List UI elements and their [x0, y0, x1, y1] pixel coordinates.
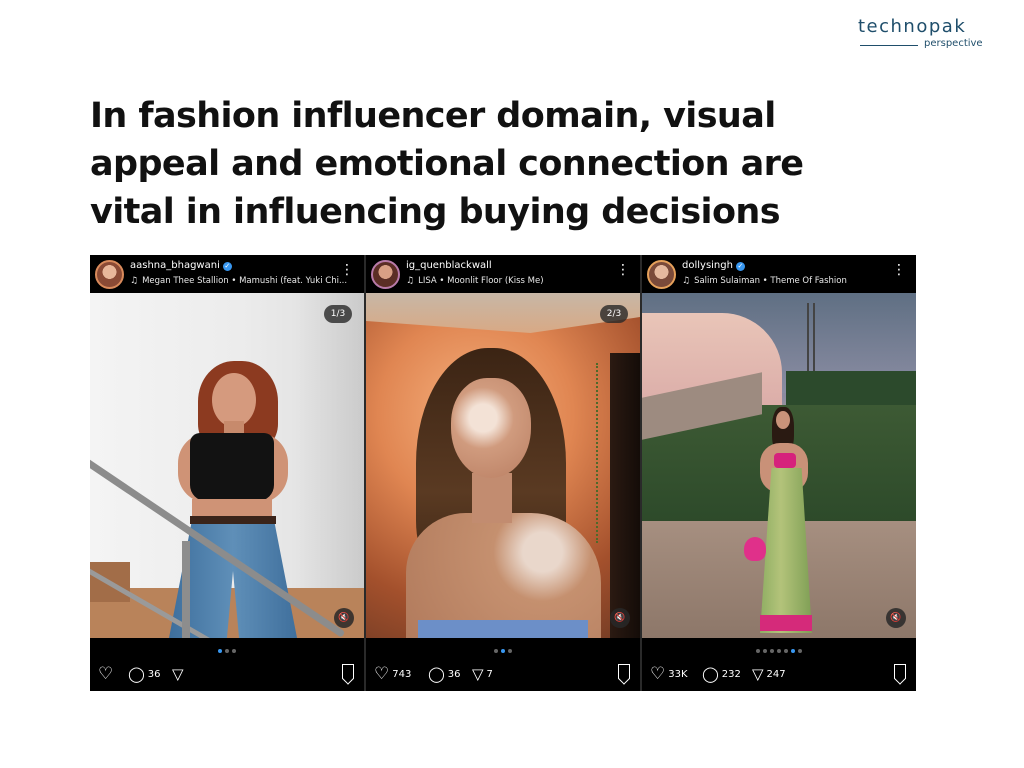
share-icon: ▽ [472, 665, 484, 683]
music-icon: ♫ [682, 276, 691, 286]
comment-button[interactable]: ◯ 232 [702, 663, 741, 685]
like-button[interactable]: ♡ 33K [650, 663, 688, 685]
comment-icon: ◯ [702, 665, 719, 683]
audio-track[interactable]: LISA • Moonlit Floor (Kiss Me) [418, 276, 543, 286]
post-username[interactable]: aashna_bhagwani ✓ [130, 260, 232, 271]
mute-icon[interactable]: 🔇 [610, 608, 630, 628]
carousel-dots [90, 649, 364, 653]
instagram-post-2: ig_quenblackwall ♫ LISA • Moonlit Floor (… [366, 255, 640, 691]
avatar[interactable] [371, 260, 400, 289]
carousel-dot [508, 649, 512, 653]
post-username[interactable]: dollysingh ✓ [682, 260, 745, 271]
mute-icon[interactable]: 🔇 [334, 608, 354, 628]
post-actions: ♡ 743 ◯ 36 ▽ 7 [366, 663, 640, 685]
username-text[interactable]: dollysingh [682, 260, 733, 271]
post-username[interactable]: ig_quenblackwall [406, 260, 492, 271]
comment-count: 36 [147, 668, 161, 680]
comment-icon: ◯ [128, 665, 145, 683]
bookmark-icon[interactable] [342, 664, 354, 679]
post-header: aashna_bhagwani ✓ ♫ Megan Thee Stallion • … [90, 255, 364, 293]
carousel-dots [642, 649, 916, 653]
verified-badge-icon: ✓ [222, 262, 232, 271]
post-audio[interactable]: ♫ Salim Sulaiman • Theme Of Fashion [682, 276, 847, 286]
carousel-dot [784, 649, 788, 653]
mute-icon[interactable]: 🔇 [886, 608, 906, 628]
more-options-icon[interactable]: ⋮ [892, 263, 906, 277]
share-button[interactable]: ▽ 247 [752, 663, 786, 685]
heart-icon: ♡ [374, 664, 390, 684]
comment-count: 36 [447, 668, 461, 680]
heart-icon: ♡ [98, 664, 114, 684]
share-count: 7 [486, 668, 493, 680]
carousel-counter: 1/3 [324, 305, 352, 323]
avatar[interactable] [95, 260, 124, 289]
comment-count: 232 [721, 668, 741, 680]
headline-line-1: In fashion influencer domain, visual [90, 96, 776, 136]
audio-track[interactable]: Salim Sulaiman • Theme Of Fashion [694, 276, 847, 286]
slide-headline: In fashion influencer domain, visual app… [90, 92, 910, 236]
logo-wordmark: technopak [858, 16, 967, 37]
post-photo[interactable]: 🔇 [642, 293, 916, 638]
bookmark-icon[interactable] [618, 664, 630, 679]
music-icon: ♫ [406, 276, 415, 286]
like-count: 743 [392, 668, 412, 680]
share-count: 247 [766, 668, 786, 680]
post-audio[interactable]: ♫ Megan Thee Stallion • Mamushi (feat. Yu… [130, 276, 347, 286]
post-header: ig_quenblackwall ♫ LISA • Moonlit Floor (… [366, 255, 640, 293]
post-photo[interactable]: 2/3 🔇 [366, 293, 640, 638]
more-options-icon[interactable]: ⋮ [616, 263, 630, 277]
carousel-dot [501, 649, 505, 653]
carousel-dot [225, 649, 229, 653]
verified-badge-icon: ✓ [735, 262, 745, 271]
share-button[interactable]: ▽ [172, 663, 187, 685]
headline-line-2: appeal and emotional connection are [90, 144, 804, 184]
instagram-post-3: dollysingh ✓ ♫ Salim Sulaiman • Theme Of F… [642, 255, 916, 691]
post-header: dollysingh ✓ ♫ Salim Sulaiman • Theme Of F… [642, 255, 916, 293]
like-count: 33K [668, 668, 688, 680]
instagram-posts-strip: aashna_bhagwani ✓ ♫ Megan Thee Stallion • … [90, 255, 916, 691]
logo-rule [860, 45, 918, 46]
post-photo[interactable]: 1/3 🔇 [90, 293, 364, 638]
instagram-post-1: aashna_bhagwani ✓ ♫ Megan Thee Stallion • … [90, 255, 364, 691]
username-text[interactable]: ig_quenblackwall [406, 260, 492, 271]
carousel-counter: 2/3 [600, 305, 628, 323]
post-actions: ♡ ◯ 36 ▽ [90, 663, 364, 685]
comment-icon: ◯ [428, 665, 445, 683]
like-button[interactable]: ♡ 743 [374, 663, 411, 685]
audio-track[interactable]: Megan Thee Stallion • Mamushi (feat. Yuk… [142, 276, 347, 286]
username-text[interactable]: aashna_bhagwani [130, 260, 220, 271]
share-button[interactable]: ▽ 7 [472, 663, 493, 685]
more-options-icon[interactable]: ⋮ [340, 263, 354, 277]
carousel-dots [366, 649, 640, 653]
technopak-logo: technopak perspective [858, 16, 994, 56]
comment-button[interactable]: ◯ 36 [428, 663, 461, 685]
bookmark-icon[interactable] [894, 664, 906, 679]
headline-line-3: vital in influencing buying decisions [90, 192, 781, 232]
post-audio[interactable]: ♫ LISA • Moonlit Floor (Kiss Me) [406, 276, 544, 286]
carousel-dot [232, 649, 236, 653]
comment-button[interactable]: ◯ 36 [128, 663, 161, 685]
logo-tagline: perspective [924, 38, 983, 49]
carousel-dot [798, 649, 802, 653]
share-icon: ▽ [752, 665, 764, 683]
carousel-dot [777, 649, 781, 653]
music-icon: ♫ [130, 276, 139, 286]
heart-icon: ♡ [650, 664, 666, 684]
carousel-dot [218, 649, 222, 653]
post-actions: ♡ 33K ◯ 232 ▽ 247 [642, 663, 916, 685]
carousel-dot [770, 649, 774, 653]
carousel-dot [763, 649, 767, 653]
carousel-dot [756, 649, 760, 653]
share-icon: ▽ [172, 665, 184, 683]
carousel-dot [791, 649, 795, 653]
like-button[interactable]: ♡ [98, 663, 116, 685]
carousel-dot [494, 649, 498, 653]
avatar[interactable] [647, 260, 676, 289]
